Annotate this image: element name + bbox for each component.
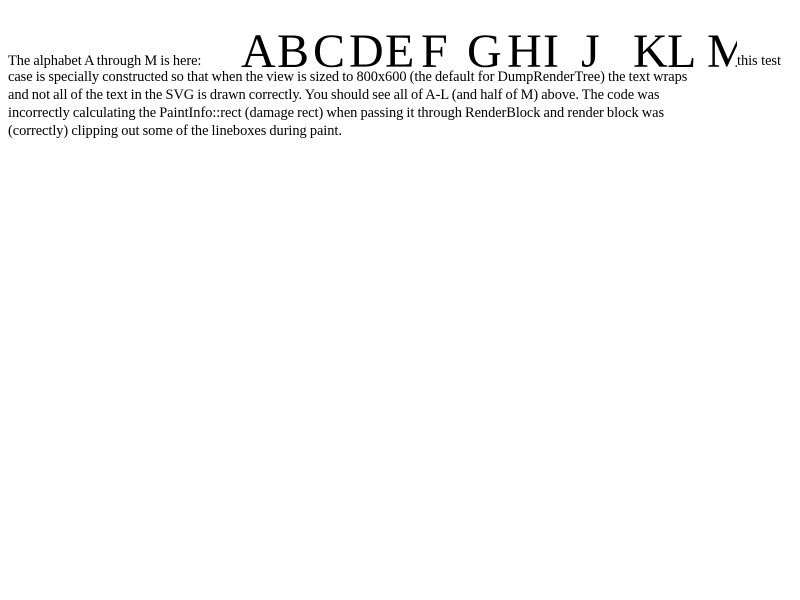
svg-letter-l: L bbox=[667, 25, 696, 74]
svg-letter-d: D bbox=[349, 25, 384, 74]
svg-letter-g: G bbox=[467, 25, 502, 74]
body-paragraph: case is specially constructed so that wh… bbox=[8, 68, 792, 140]
svg-letter-j: J bbox=[581, 25, 600, 74]
svg-letter-a: A bbox=[241, 25, 276, 74]
text-line: case is specially constructed so that wh… bbox=[8, 69, 688, 85]
svg-letter-k: K bbox=[633, 25, 668, 74]
svg-letter-e: E bbox=[385, 25, 414, 74]
svg-letter-m: M bbox=[707, 25, 737, 74]
svg-letter-h: H bbox=[507, 25, 542, 74]
text-line: and not all of the text in the SVG is dr… bbox=[8, 87, 660, 103]
svg-alphabet: ABCDEFGHIJKLM bbox=[237, 14, 737, 74]
svg-letter-b: B bbox=[277, 25, 309, 74]
svg-letter-f: F bbox=[421, 25, 448, 74]
text-line: incorrectly calculating the PaintInfo::r… bbox=[8, 105, 665, 121]
page: The alphabet A through M is here: ABCDEF… bbox=[0, 0, 800, 600]
svg-letter-i: I bbox=[543, 25, 559, 74]
text-line: (correctly) clipping out some of the lin… bbox=[8, 123, 342, 139]
svg-letter-c: C bbox=[313, 25, 345, 74]
